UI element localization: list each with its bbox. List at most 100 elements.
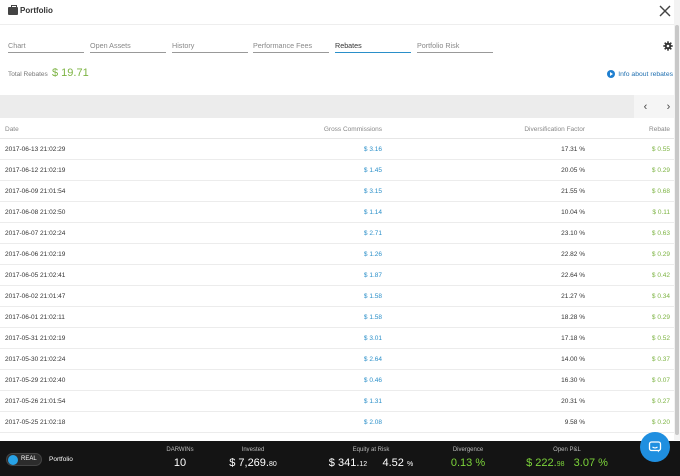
total-rebates-label: Total Rebates (8, 71, 48, 78)
tab-performance-fees[interactable]: Performance Fees (253, 41, 329, 53)
header-date[interactable]: Date (5, 126, 19, 133)
cell-date: 2017-06-13 21:02:29 (5, 146, 66, 153)
table-row: 2017-06-13 21:02:29 $ 3.16 17.31 % $ 0.5… (0, 139, 680, 160)
table-row: 2017-05-26 21:01:54 $ 1.31 20.31 % $ 0.2… (0, 391, 680, 412)
cell-div: 17.31 % (561, 146, 585, 153)
cell-date: 2017-06-08 21:02:50 (5, 209, 66, 216)
pagination-bar: ‹ › (0, 95, 680, 118)
header-diversification-factor[interactable]: Diversification Factor (524, 126, 585, 133)
tab-open-assets[interactable]: Open Assets (90, 41, 166, 53)
cell-gross: $ 1.58 (363, 314, 382, 321)
cell-date: 2017-05-29 21:02:40 (5, 377, 66, 384)
cell-div: 9.58 % (564, 419, 585, 426)
play-circle-icon (607, 70, 616, 78)
stat-label: Open P&L (553, 447, 581, 453)
cell-gross: $ 3.15 (363, 188, 382, 195)
cell-date: 2017-05-30 21:02:24 (5, 356, 66, 363)
cell-date: 2017-05-25 21:02:18 (5, 419, 66, 426)
table-row: 2017-06-09 21:01:54 $ 3.15 21.55 % $ 0.6… (0, 181, 680, 202)
table-row: 2017-06-05 21:02:41 $ 1.87 22.64 % $ 0.4… (0, 265, 680, 286)
stat-label: DARWINs (166, 447, 194, 453)
equity-main: $ 341. (328, 457, 360, 469)
prev-page-button[interactable]: ‹ (634, 95, 657, 118)
chat-icon (648, 441, 662, 453)
stat-equity-at-risk: Equity at Risk $ 341.12 4.52 % (316, 447, 426, 469)
real-demo-toggle[interactable]: REAL (6, 453, 42, 466)
cell-date: 2017-06-01 21:02:11 (5, 314, 65, 321)
table-row: 2017-06-02 21:01:47 $ 1.58 21.27 % $ 0.3… (0, 286, 680, 307)
chat-button[interactable] (640, 432, 670, 462)
header-divider (0, 24, 680, 25)
tab-history[interactable]: History (172, 41, 248, 53)
header-rebate[interactable]: Rebate (649, 126, 670, 133)
cell-rebate: $ 0.34 (651, 293, 670, 300)
cell-date: 2017-05-31 21:02:19 (5, 335, 66, 342)
cell-gross: $ 2.64 (363, 356, 382, 363)
close-icon[interactable] (658, 4, 672, 18)
table-row: 2017-06-06 21:02:19 $ 1.26 22.82 % $ 0.2… (0, 244, 680, 265)
cell-div: 14.00 % (561, 356, 585, 363)
cell-rebate: $ 0.07 (651, 377, 670, 384)
table-row: 2017-06-01 21:02:11 $ 1.58 18.28 % $ 0.2… (0, 307, 680, 328)
cell-gross: $ 3.01 (363, 335, 382, 342)
cell-rebate: $ 0.29 (651, 251, 670, 258)
cell-div: 17.18 % (561, 335, 585, 342)
window-title: Portfolio (20, 6, 53, 15)
table-header: Date Gross Commissions Diversification F… (0, 118, 680, 139)
table-row: 2017-05-25 21:02:18 $ 2.08 9.58 % $ 0.20 (0, 412, 680, 433)
equity-pct: 4.52 (382, 457, 404, 469)
cell-div: 21.55 % (561, 188, 585, 195)
stat-value: 0.13 % (450, 457, 486, 469)
tab-rebates[interactable]: Rebates (335, 41, 411, 53)
tab-portfolio-risk[interactable]: Portfolio Risk (417, 41, 493, 53)
cell-gross: $ 1.45 (363, 167, 382, 174)
stat-label: Divergence (452, 447, 484, 453)
info-link-label: Info about rebates (618, 70, 673, 78)
total-rebates-value: $ 19.71 (52, 67, 89, 79)
cell-gross: $ 1.14 (363, 209, 382, 216)
table-row: 2017-05-29 21:02:40 $ 0.46 16.30 % $ 0.0… (0, 370, 680, 391)
cell-gross: $ 0.46 (363, 377, 382, 384)
stat-open-pnl: Open P&L $ 222.98 3.07 % (512, 447, 622, 469)
cell-rebate: $ 0.11 (652, 209, 670, 216)
cell-date: 2017-05-26 21:01:54 (5, 398, 66, 405)
toggle-knob (8, 455, 18, 465)
cell-date: 2017-06-12 21:02:19 (5, 167, 66, 174)
table-row: 2017-06-07 21:02:24 $ 2.71 23.10 % $ 0.6… (0, 223, 680, 244)
footer-stats-bar: REAL Portfolio DARWINs 10 Invested $ 7,2… (0, 441, 680, 476)
header-gross-commissions[interactable]: Gross Commissions (324, 126, 382, 133)
cell-gross: $ 1.58 (363, 293, 382, 300)
cell-div: 20.31 % (561, 398, 585, 405)
tab-chart[interactable]: Chart (8, 41, 84, 53)
invested-main: $ 7,269. (229, 457, 269, 469)
cell-div: 22.82 % (561, 251, 585, 258)
scrollbar-thumb[interactable] (675, 25, 679, 435)
stat-darwins: DARWINs 10 (162, 447, 198, 469)
pnl-main: $ 222. (526, 457, 557, 469)
toggle-label: REAL (21, 456, 37, 462)
cell-rebate: $ 0.37 (651, 356, 670, 363)
info-about-rebates-link[interactable]: Info about rebates (607, 70, 673, 78)
table-row: 2017-05-30 21:02:24 $ 2.64 14.00 % $ 0.3… (0, 349, 680, 370)
cell-date: 2017-06-06 21:02:19 (5, 251, 66, 258)
pnl-cents: 98 (556, 461, 565, 468)
stat-label: Equity at Risk (352, 447, 390, 453)
cell-div: 20.05 % (561, 167, 585, 174)
cell-date: 2017-06-09 21:01:54 (5, 188, 66, 195)
cell-div: 18.28 % (561, 314, 585, 321)
stat-invested: Invested $ 7,269.80 (222, 447, 284, 469)
footer-portfolio-label: Portfolio (49, 456, 73, 463)
pnl-pct: 3.07 % (573, 457, 608, 469)
cell-gross: $ 2.71 (363, 230, 382, 237)
cell-gross: $ 3.16 (363, 146, 382, 153)
gear-icon[interactable] (663, 41, 673, 51)
cell-rebate: $ 0.42 (651, 272, 670, 279)
invested-cents: 80 (268, 461, 277, 468)
vertical-scrollbar[interactable] (674, 0, 680, 440)
cell-div: 10.04 % (561, 209, 585, 216)
cell-rebate: $ 0.52 (651, 335, 670, 342)
table-row: 2017-06-08 21:02:50 $ 1.14 10.04 % $ 0.1… (0, 202, 680, 223)
cell-div: 21.27 % (561, 293, 585, 300)
cell-gross: $ 2.08 (363, 419, 382, 426)
stat-label: Invested (241, 447, 265, 453)
